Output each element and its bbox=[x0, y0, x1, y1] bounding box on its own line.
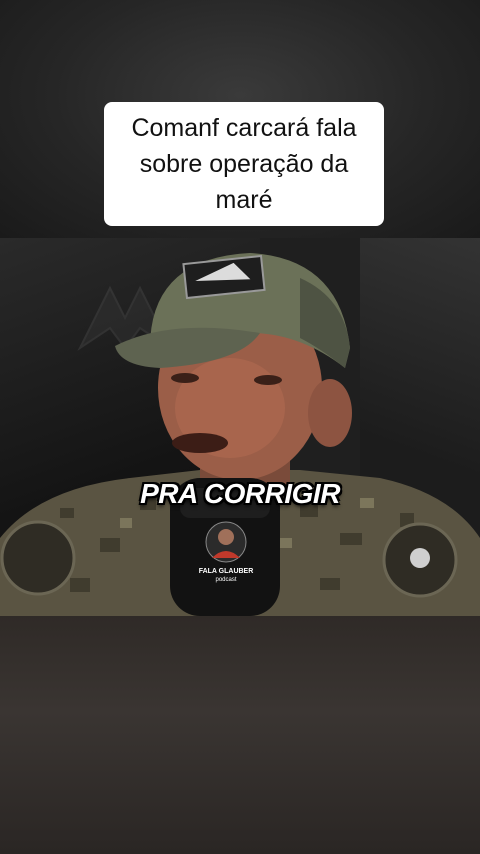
video-frame[interactable]: FALA GLAUBER podcast PRA CORRIGIR bbox=[0, 238, 480, 616]
podcast-host-icon bbox=[205, 521, 247, 563]
video-subtitle: PRA CORRIGIR bbox=[140, 478, 340, 509]
video-caption: Comanf carcará fala sobre operação da ma… bbox=[104, 102, 384, 226]
podcast-logo-subtitle: podcast bbox=[215, 577, 237, 583]
podcast-logo-title: FALA GLAUBER bbox=[198, 568, 254, 575]
podcast-logo: FALA GLAUBER podcast bbox=[196, 520, 256, 586]
bottom-background bbox=[0, 616, 480, 854]
